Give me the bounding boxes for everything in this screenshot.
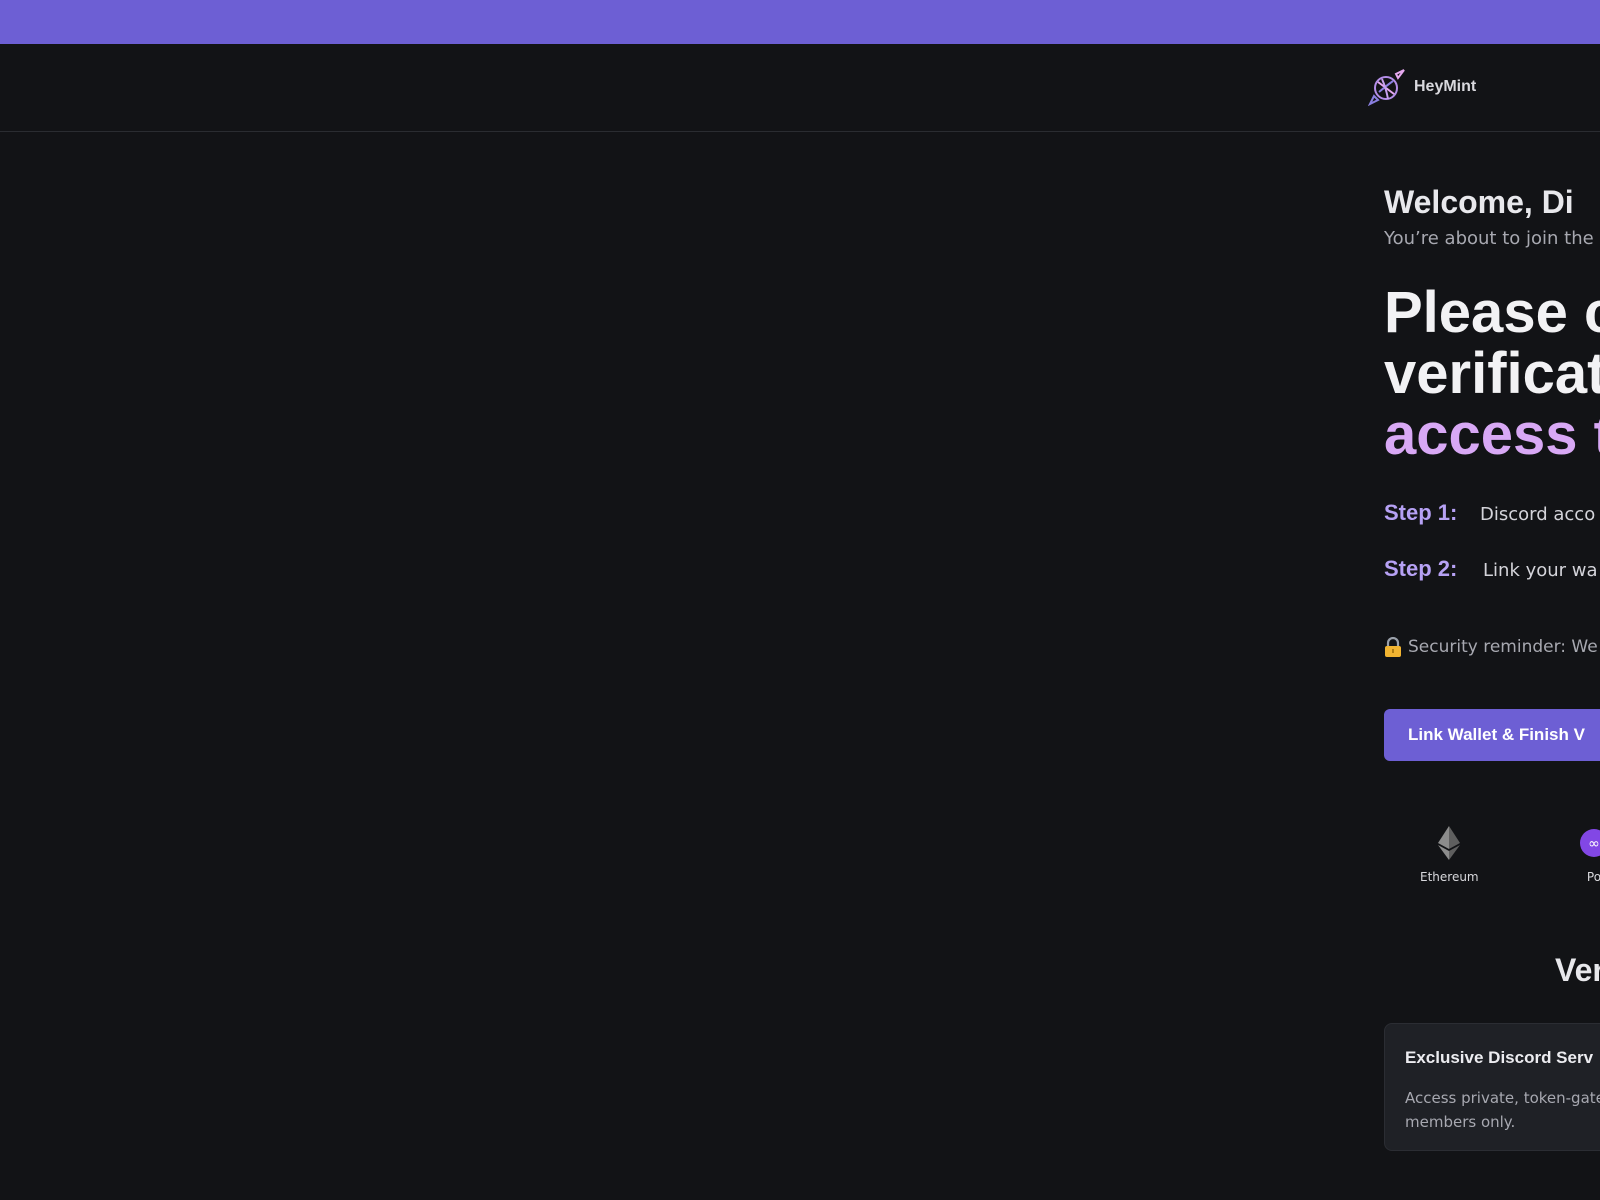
- security-reminder-text: Security reminder: We: [1408, 637, 1598, 657]
- step-1-label: Step 1:: [1384, 500, 1458, 525]
- svg-text:∞: ∞: [1588, 836, 1600, 852]
- candy-icon: [1368, 68, 1406, 106]
- chain-label-ethereum: Ethereum: [1420, 870, 1479, 884]
- benefit-card-description: Access private, token-gate verified memb…: [1405, 1089, 1600, 1131]
- chain-label-polygon: Po: [1586, 870, 1600, 884]
- navbar: HeyMint: [0, 44, 1600, 132]
- welcome-subtitle: You’re about to join the: [1384, 228, 1594, 249]
- link-wallet-button[interactable]: Link Wallet & Finish V: [1384, 709, 1600, 761]
- page-headline: Please c verificat access t: [1384, 282, 1600, 465]
- brand-logo[interactable]: HeyMint: [1368, 68, 1476, 106]
- step-2-text: Link your wa: [1483, 560, 1598, 581]
- top-banner: [0, 0, 1600, 44]
- headline-line-3: access t: [1384, 402, 1600, 467]
- security-reminder: Security reminder: We: [1384, 636, 1598, 657]
- step-1-text: Discord acco: [1480, 504, 1596, 525]
- headline-line-1: Please c: [1384, 280, 1600, 345]
- headline-line-2: verificat: [1384, 341, 1600, 406]
- section-title: Ver: [1555, 952, 1600, 988]
- welcome-title: Welcome, Di: [1384, 184, 1574, 220]
- chain-option-ethereum[interactable]: Ethereum: [1420, 826, 1479, 884]
- verification-panel: Welcome, Di You’re about to join the Ple…: [1384, 132, 1600, 1200]
- step-2-label: Step 2:: [1384, 556, 1458, 581]
- benefit-card: Exclusive Discord Serv Access private, t…: [1384, 1023, 1600, 1151]
- benefit-card-title: Exclusive Discord Serv: [1405, 1048, 1594, 1067]
- brand-name: HeyMint: [1414, 78, 1477, 95]
- polygon-icon: ∞: [1580, 826, 1600, 864]
- ethereum-icon: [1438, 826, 1461, 864]
- chain-option-polygon[interactable]: ∞ Po: [1580, 826, 1600, 884]
- lock-icon: [1384, 636, 1402, 657]
